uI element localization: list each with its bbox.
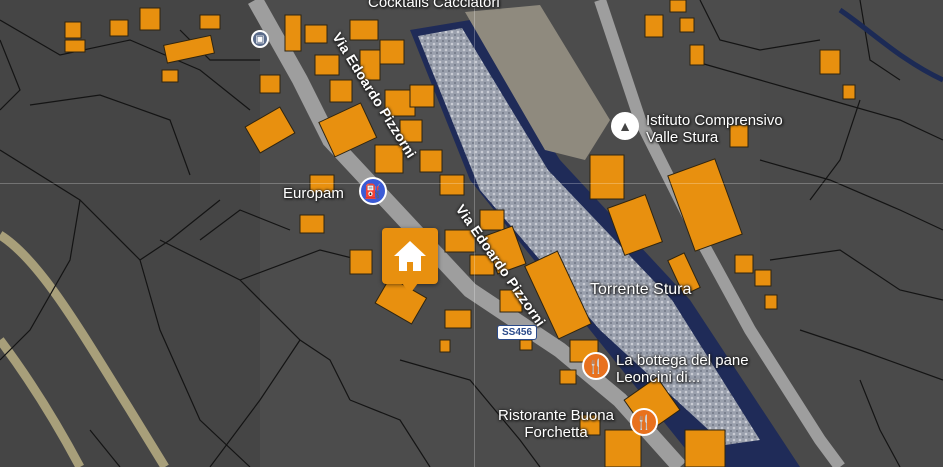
- place-label-europam[interactable]: Europam: [283, 185, 344, 203]
- road-shield: SS456: [497, 325, 538, 340]
- school-icon[interactable]: ▲: [611, 112, 639, 140]
- river-label: Torrente Stura: [590, 281, 692, 298]
- place-label-school[interactable]: Istituto Comprensivo Valle Stura: [646, 112, 816, 146]
- place-label-restaurant[interactable]: Ristorante Buona Forchetta: [498, 407, 614, 441]
- place-label-bakery[interactable]: La bottega del pane Leoncini di...: [616, 352, 776, 386]
- place-label-cocktails[interactable]: Cocktails Cacciatori: [368, 0, 500, 12]
- fork-knife-icon[interactable]: 🍴: [582, 352, 610, 380]
- home-icon[interactable]: [382, 228, 438, 294]
- fork-knife-icon[interactable]: 🍴: [630, 408, 658, 436]
- map-view[interactable]: Cocktails Cacciatori ▲ Istituto Comprens…: [0, 0, 943, 467]
- bus-stop-icon[interactable]: ▣: [251, 30, 269, 48]
- fuel-station-icon[interactable]: ⛽: [359, 177, 387, 205]
- home-icon-glyph: [394, 241, 426, 271]
- grid-line: [0, 183, 943, 184]
